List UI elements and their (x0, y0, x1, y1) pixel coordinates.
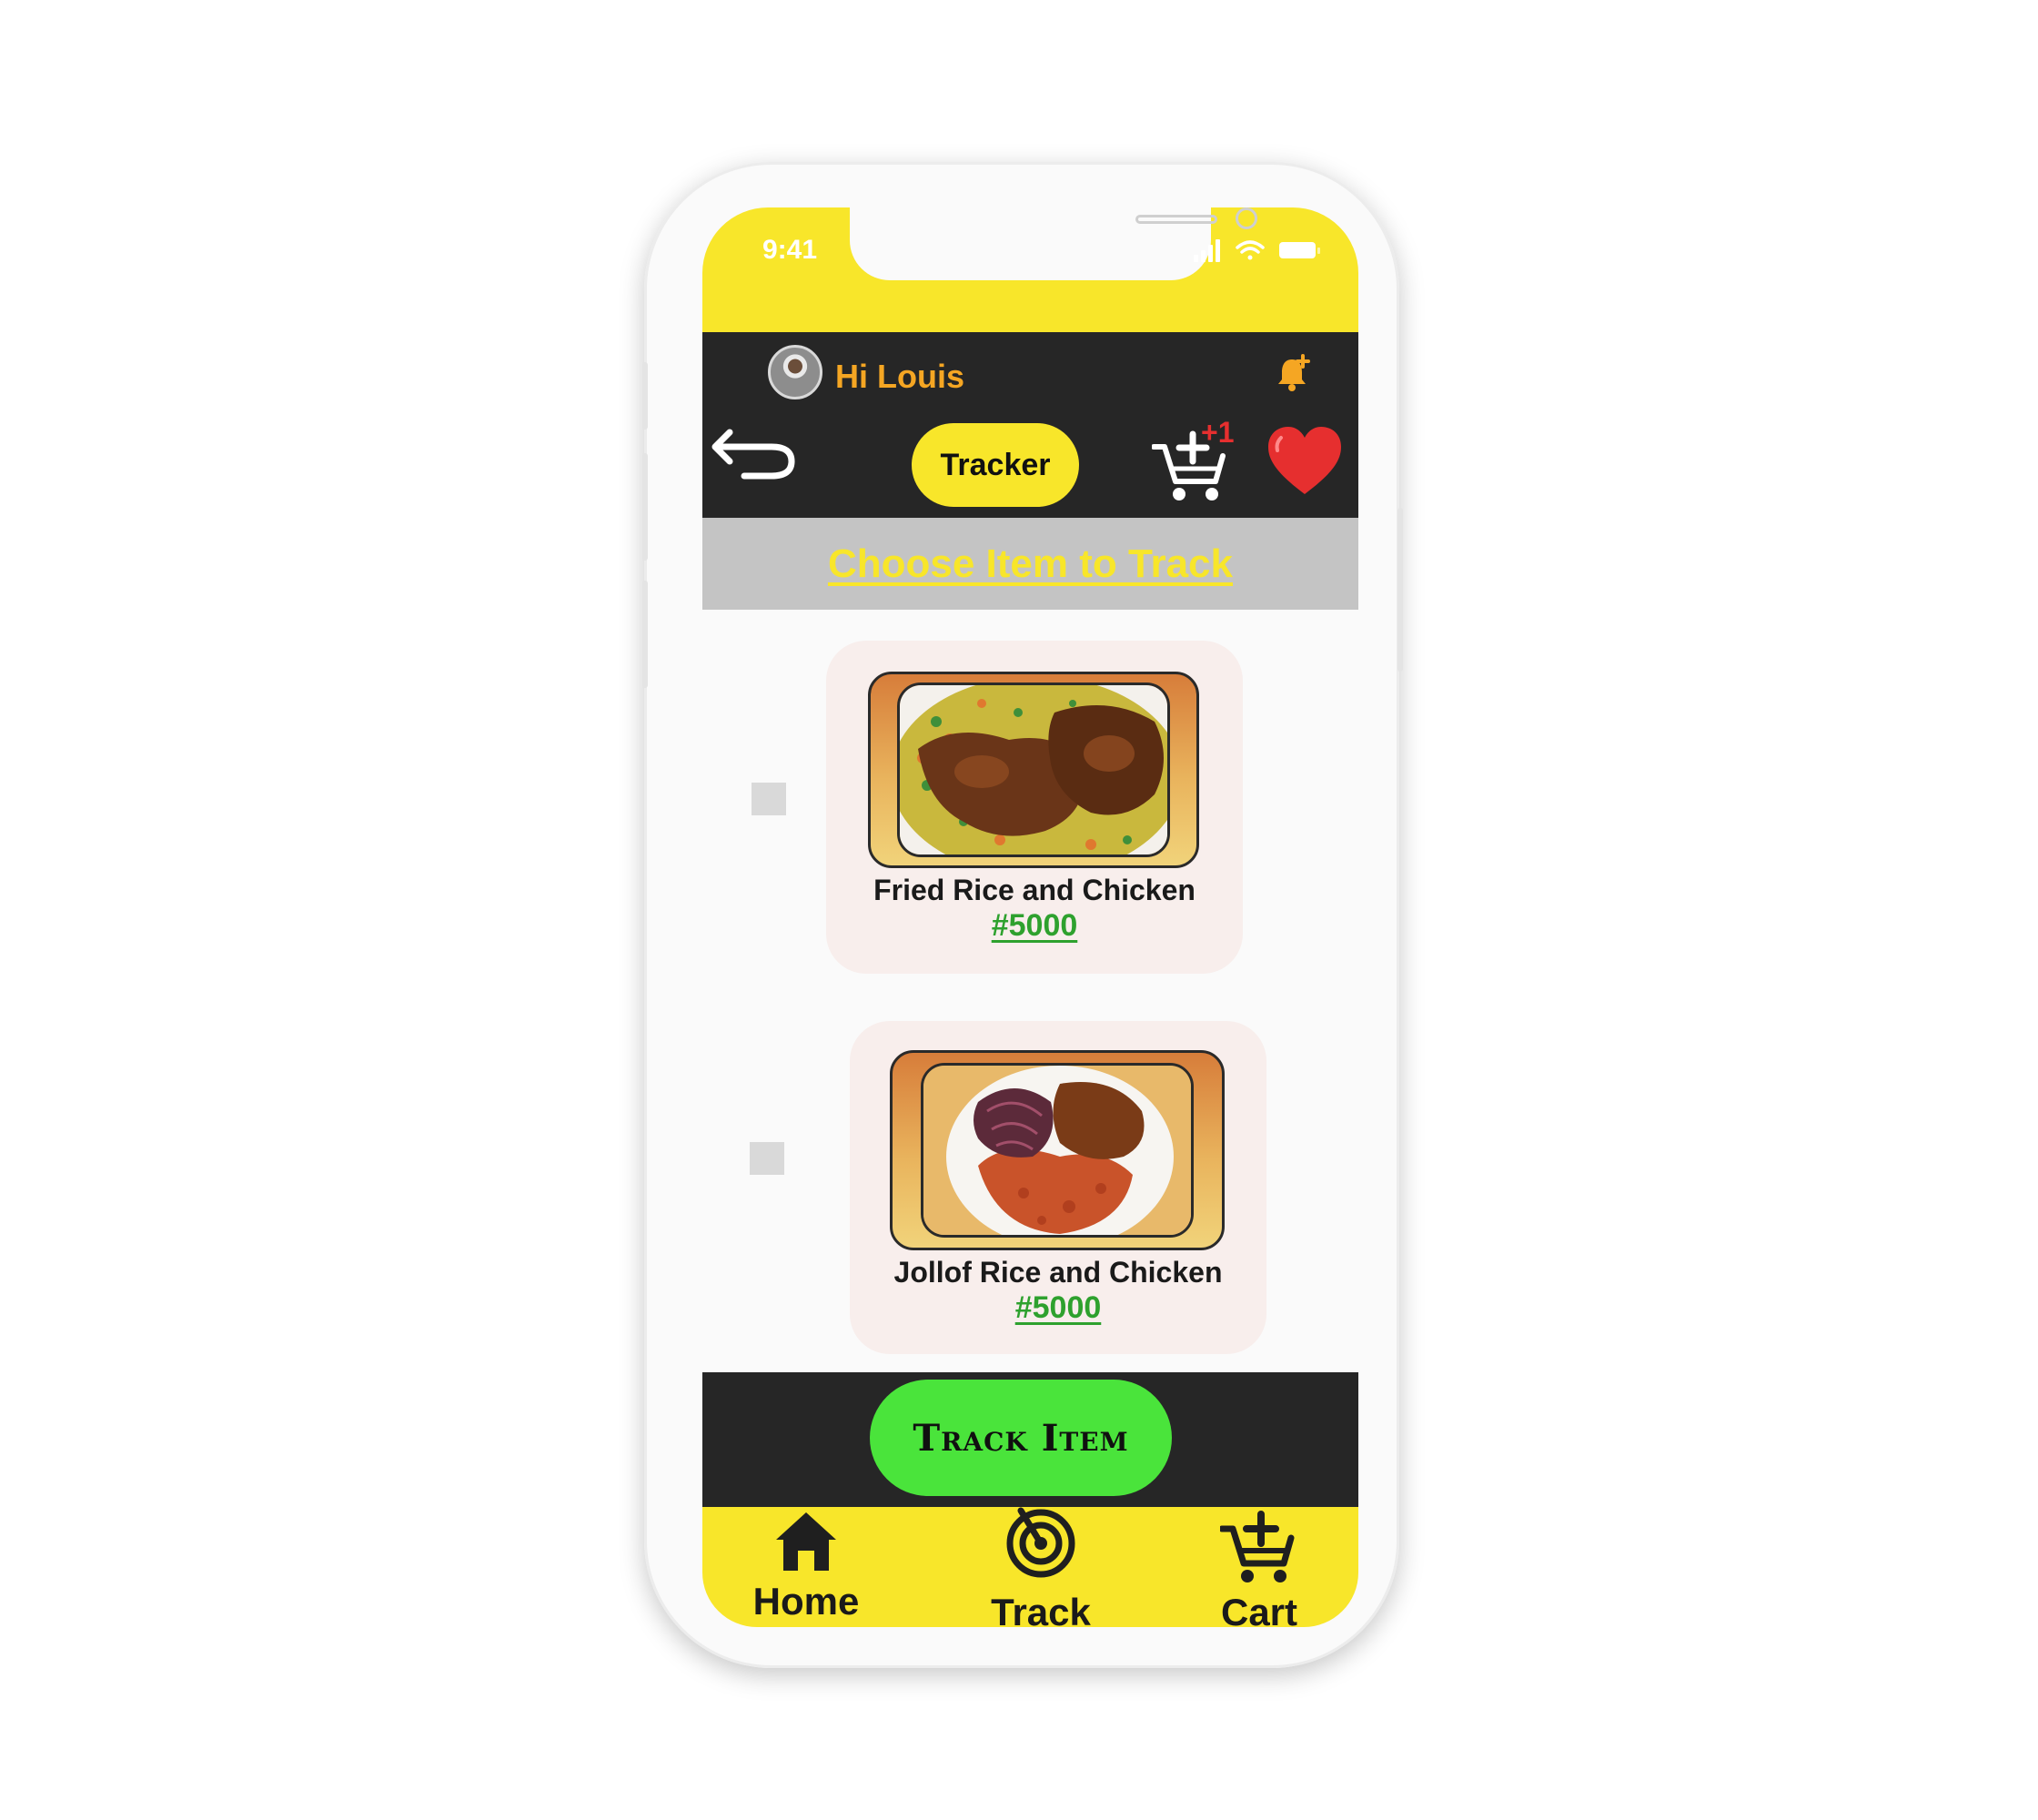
cart-badge: +1 (1201, 416, 1235, 449)
radar-icon (1006, 1507, 1075, 1578)
item-card-jollof-rice[interactable]: Jollof Rice and Chicken #5000 (850, 1021, 1266, 1354)
heart-icon[interactable] (1266, 425, 1343, 498)
item-name: Fried Rice and Chicken (873, 874, 1196, 906)
bell-plus-icon[interactable] (1274, 352, 1316, 394)
item-price: #5000 (1014, 1290, 1102, 1325)
item-checkbox[interactable] (750, 1142, 784, 1175)
phone-side-button (1397, 508, 1403, 672)
tab-home[interactable]: Home (715, 1507, 897, 1627)
back-arrow-icon[interactable] (708, 423, 799, 483)
tab-track[interactable]: Track (950, 1507, 1132, 1627)
page-subheader: Choose Item to Track (702, 518, 1358, 610)
phone-side-button (642, 581, 648, 688)
phone-side-button (642, 453, 648, 561)
food-photo (897, 682, 1170, 857)
app-screen: 9:41 Hi Louis Tracker +1 Choose Item to … (702, 207, 1358, 1627)
cart-icon (1220, 1511, 1295, 1582)
action-bar: Track Item (702, 1372, 1358, 1507)
status-time: 9:41 (762, 235, 818, 265)
phone-side-button (642, 362, 648, 430)
system-icons (1194, 239, 1320, 262)
bottom-tab-bar: Home Track Cart (702, 1507, 1358, 1627)
front-camera (1236, 207, 1257, 229)
track-item-button[interactable]: Track Item (870, 1380, 1172, 1496)
food-photo (921, 1063, 1194, 1238)
status-bar: 9:41 (702, 207, 1358, 332)
app-header: Hi Louis Tracker +1 (702, 332, 1358, 518)
signal-icon (1194, 239, 1220, 262)
item-card-fried-rice[interactable]: Fried Rice and Chicken #5000 (826, 641, 1243, 974)
notch (850, 207, 1257, 280)
tab-cart[interactable]: Cart (1168, 1507, 1350, 1627)
tab-home-label: Home (752, 1580, 860, 1623)
fried-rice-chicken-image (900, 685, 1167, 854)
item-name: Jollof Rice and Chicken (893, 1256, 1223, 1289)
page-title: Choose Item to Track (827, 541, 1233, 586)
tracker-button[interactable]: Tracker (912, 423, 1079, 507)
avatar[interactable] (768, 345, 822, 399)
speaker (1135, 215, 1217, 224)
tab-cart-label: Cart (1220, 1591, 1298, 1627)
home-icon (776, 1512, 836, 1571)
jollof-rice-chicken-image (923, 1066, 1191, 1235)
battery-icon (1279, 242, 1320, 258)
greeting-text: Hi Louis (835, 358, 964, 395)
item-checkbox[interactable] (752, 783, 786, 815)
wifi-icon (1236, 240, 1265, 260)
item-price: #5000 (991, 908, 1078, 943)
tab-track-label: Track (991, 1591, 1091, 1627)
